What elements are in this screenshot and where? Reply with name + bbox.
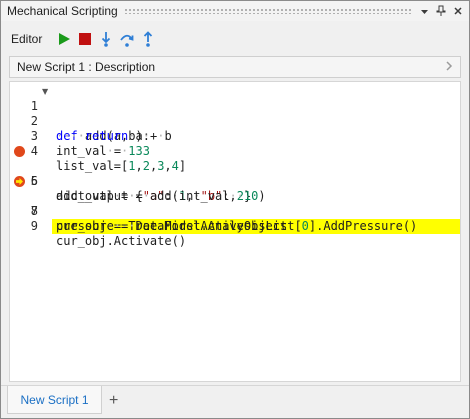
script-description: New Script 1 : Description xyxy=(17,60,156,74)
code-line: 4 list_val=[1,2,3,4] xyxy=(10,129,460,173)
step-out-icon[interactable] xyxy=(140,31,156,47)
pin-icon[interactable] xyxy=(436,5,446,17)
title-bar-controls xyxy=(419,5,469,17)
chevron-right-icon[interactable] xyxy=(445,60,453,75)
code-line: 3 int_val·=·133 xyxy=(10,114,460,158)
title-bar: Mechanical Scripting xyxy=(1,1,469,21)
play-icon[interactable] xyxy=(56,31,72,47)
code-line: 2 ····return·a·+·b xyxy=(10,99,460,143)
step-into-icon[interactable] xyxy=(98,31,114,47)
title-grip[interactable] xyxy=(123,8,413,14)
code-editor[interactable]: 1 ▼ def·add(a,b): 2 ····return·a·+·b 3 i… xyxy=(9,81,461,382)
step-over-icon[interactable] xyxy=(119,31,135,47)
collapse-icon[interactable]: ▼ xyxy=(42,84,48,99)
code-line: 6 add_output·=·add(int_val,·10) xyxy=(10,159,460,203)
add-tab-button[interactable]: + xyxy=(109,392,118,410)
mechanical-scripting-window: Mechanical Scripting Editor New Script 1… xyxy=(0,0,470,419)
code-line: 8 pressure·=·DataModel.AnalysisList[0].A… xyxy=(10,189,460,233)
code-line: 1 ▼ def·add(a,b): xyxy=(10,84,460,143)
script-tab-bar: New Script 1 + xyxy=(1,385,469,418)
chevron-down-icon[interactable] xyxy=(419,5,429,17)
breakpoint-icon[interactable] xyxy=(14,146,25,157)
code-text[interactable]: pressure·=·DataModel.AnalysisList[0].Add… xyxy=(52,219,460,234)
window-title: Mechanical Scripting xyxy=(7,4,118,18)
tab-label: New Script 1 xyxy=(20,392,89,407)
toolbar-label: Editor xyxy=(11,32,43,46)
script-description-bar[interactable]: New Script 1 : Description xyxy=(9,56,461,78)
code-line: 5 dict_val·=·{"a":·1,·"b":·2} xyxy=(10,144,460,203)
tab-new-script-1[interactable]: New Script 1 xyxy=(7,386,102,414)
close-icon[interactable] xyxy=(453,5,463,17)
line-number: 9 xyxy=(30,219,38,233)
code-line: 9 cur_obj.Activate() xyxy=(10,204,460,248)
current-line-arrow-icon[interactable] xyxy=(14,176,25,187)
code-line-current: 7 cur_obj·=·Tree.FirstActiveObject xyxy=(10,174,460,234)
editor-toolbar: Editor xyxy=(1,27,469,51)
stop-icon[interactable] xyxy=(77,31,93,47)
code-text[interactable]: cur_obj.Activate() xyxy=(52,234,460,249)
